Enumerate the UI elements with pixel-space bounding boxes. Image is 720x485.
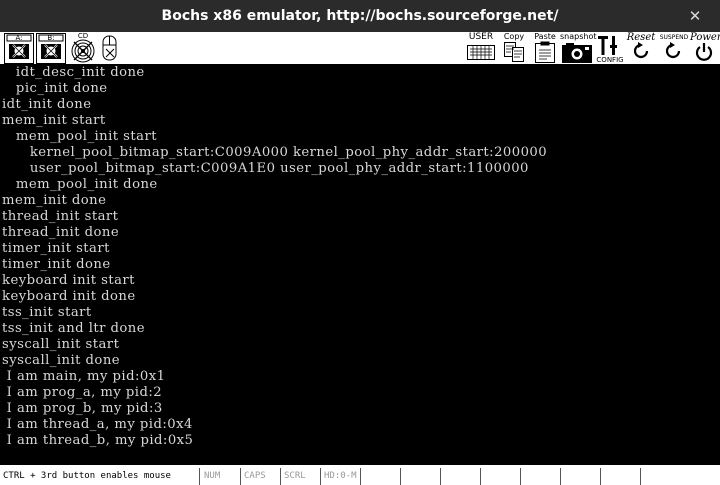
snapshot-button[interactable]: snapshot	[560, 33, 597, 64]
user-button[interactable]: USER	[466, 33, 496, 64]
mouse-icon	[102, 35, 117, 61]
console-line: I am thread_b, my pid:0x5	[2, 433, 194, 448]
mouse-button[interactable]	[100, 33, 120, 64]
console-line: idt_init done	[2, 97, 92, 112]
console-line: timer_init start	[2, 241, 110, 256]
cdrom-button[interactable]: CD	[68, 32, 98, 64]
status-slot-10	[521, 468, 561, 485]
reset-icon	[633, 42, 649, 59]
suspend-icon	[665, 42, 681, 59]
hd-indicator: HD:0-M	[321, 468, 361, 485]
floppy-a-label: A:	[15, 34, 23, 42]
suspend-button[interactable]: SUSPEND	[656, 33, 692, 64]
keyboard-icon	[467, 45, 495, 60]
clipboard-icon	[535, 41, 555, 63]
console-line: I am thread_a, my pid:0x4	[2, 417, 193, 432]
config-label: CONFIG	[596, 56, 624, 64]
console-line: pic_init done	[2, 81, 108, 96]
floppy-a-button[interactable]: A:	[4, 33, 34, 64]
status-bar: CTRL + 3rd button enables mouse NUM CAPS…	[0, 464, 720, 485]
vga-console[interactable]: idt_desc_init done pic_init done idt_init…	[0, 65, 720, 464]
console-line: mem_init done	[2, 193, 107, 208]
status-slot-11	[561, 468, 601, 485]
console-line: idt_desc_init done	[2, 65, 145, 80]
status-slot-8	[441, 468, 481, 485]
floppy-b-label: B:	[47, 34, 55, 42]
console-line: kernel_pool_bitmap_start:C009A000 kernel…	[2, 145, 548, 160]
reset-button[interactable]: Reset	[626, 33, 656, 64]
floppy-b-button[interactable]: B:	[36, 33, 66, 64]
camera-icon	[562, 43, 592, 63]
console-line: user_pool_bitmap_start:C009A1E0 user_poo…	[2, 161, 529, 176]
console-line: thread_init done	[2, 225, 120, 240]
power-button[interactable]: Power	[690, 33, 720, 64]
paste-button[interactable]: Paste	[532, 33, 558, 64]
console-line: keyboard init done	[2, 289, 136, 304]
status-slot-7	[401, 468, 441, 485]
console-line: tss_init start	[2, 305, 92, 320]
console-line: keyboard init start	[2, 273, 135, 288]
console-line: mem_pool_init done	[2, 177, 158, 192]
scroll-lock-indicator: SCRL	[281, 468, 321, 485]
status-slot-6	[361, 468, 401, 485]
close-icon[interactable]: ✕	[685, 6, 705, 26]
window-title: Bochs x86 emulator, http://bochs.sourcef…	[161, 8, 559, 24]
num-lock-indicator: NUM	[201, 468, 241, 485]
copy-icon	[504, 42, 524, 62]
console-line: I am main, my pid:0x1	[2, 369, 166, 384]
config-button[interactable]: CONFIG	[596, 33, 624, 64]
cdrom-label: CD	[77, 32, 89, 40]
console-line: tss_init and ltr done	[2, 321, 145, 336]
console-line: syscall_init start	[2, 337, 120, 352]
console-line: I am prog_b, my pid:3	[2, 401, 163, 416]
toolbar: A: B: CD USER Copy Paste snapshot CONFIG…	[0, 32, 720, 65]
mouse-hint: CTRL + 3rd button enables mouse	[0, 468, 200, 485]
power-icon	[695, 43, 713, 61]
title-bar[interactable]: Bochs x86 emulator, http://bochs.sourcef…	[0, 0, 720, 32]
bochs-window: Bochs x86 emulator, http://bochs.sourcef…	[0, 0, 720, 485]
console-line: syscall_init done	[2, 353, 121, 368]
status-slot-9	[481, 468, 521, 485]
console-output: idt_desc_init done pic_init done idt_init…	[2, 65, 547, 449]
console-line: I am prog_a, my pid:2	[2, 385, 163, 400]
console-line: mem_init start	[2, 113, 106, 128]
console-line: timer_init done	[2, 257, 111, 272]
console-line: mem_pool_init start	[2, 129, 157, 144]
copy-button[interactable]: Copy	[502, 33, 526, 64]
status-slot-12	[601, 468, 641, 485]
caps-lock-indicator: CAPS	[241, 468, 281, 485]
console-line: thread_init start	[2, 209, 119, 224]
